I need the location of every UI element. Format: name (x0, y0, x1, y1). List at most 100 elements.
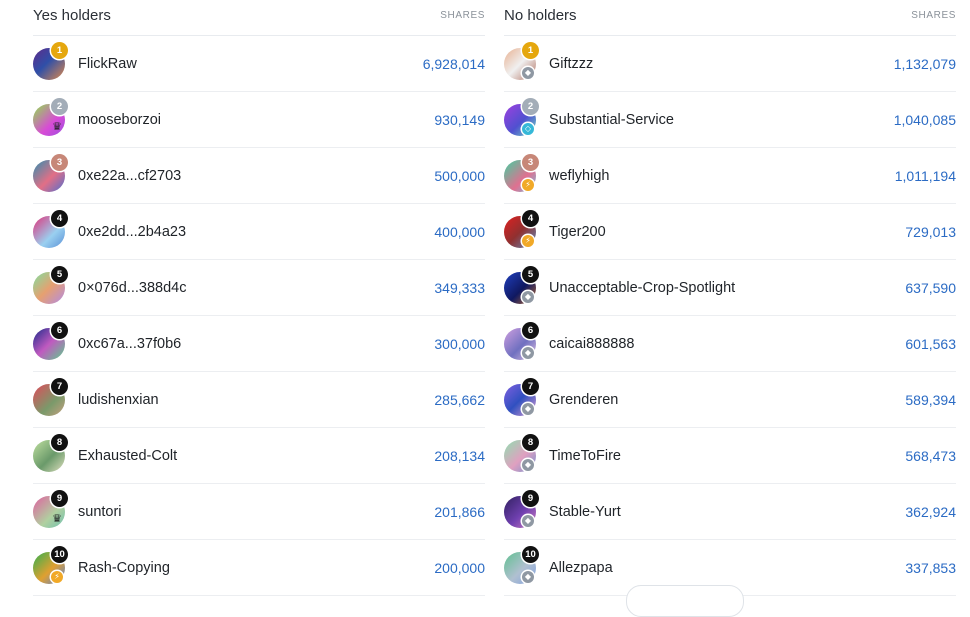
holder-name[interactable]: Giftzzz (549, 56, 894, 72)
crown-icon: ♛ (52, 120, 62, 133)
holder-row[interactable]: 9 ◆ Stable-Yurt 362,924 (504, 484, 956, 540)
diamond-icon: ◇ (522, 122, 534, 135)
holder-row[interactable]: 5 0×076d...388d4c 349,333 (33, 260, 485, 316)
holder-avatar-group: 5 (33, 265, 68, 304)
rank-badge: 6 (51, 321, 68, 339)
lightning-icon: ⚡ (522, 178, 534, 191)
holder-row[interactable]: 2 ♛ mooseborzoi 930,149 (33, 92, 485, 148)
no-holders-list: 1 ◆ Giftzzz 1,132,079 2 ◇ Substantial-Service 1… (504, 36, 956, 596)
yes-holders-header: Yes holders SHARES (33, 0, 485, 36)
yes-holders-title: Yes holders (33, 6, 111, 24)
no-holders-column: No holders SHARES 1 ◆ Giftzzz 1,132,079 2 ◇ Su… (504, 0, 956, 596)
holder-name[interactable]: 0×076d...388d4c (78, 280, 434, 296)
floating-pill-button[interactable] (626, 585, 744, 617)
holder-name[interactable]: FlickRaw (78, 56, 423, 72)
holder-avatar-group: 1 ◆ (504, 41, 539, 80)
holder-shares-value: 500,000 (434, 167, 485, 184)
holder-avatar-group: 3 (33, 153, 68, 192)
holder-name[interactable]: Allezpapa (549, 560, 905, 576)
holder-name[interactable]: ludishenxian (78, 392, 434, 408)
holder-row[interactable]: 8 Exhausted-Colt 208,134 (33, 428, 485, 484)
holder-row[interactable]: 3 ⚡ weflyhigh 1,011,194 (504, 148, 956, 204)
shield-icon: ◆ (522, 514, 534, 527)
holder-shares-value: 1,011,194 (894, 167, 956, 184)
rank-badge: 2 (51, 97, 68, 115)
holder-name[interactable]: mooseborzoi (78, 112, 434, 128)
holder-name[interactable]: Substantial-Service (549, 112, 894, 128)
shield-icon: ◆ (522, 66, 534, 79)
holder-name[interactable]: caicai888888 (549, 336, 905, 352)
holder-name[interactable]: Rash-Copying (78, 560, 434, 576)
rank-badge: 4 (51, 209, 68, 227)
holder-row[interactable]: 7 ◆ Grenderen 589,394 (504, 372, 956, 428)
holder-avatar-group: 9 ◆ (504, 489, 539, 528)
holder-shares-value: 589,394 (905, 391, 956, 408)
shield-icon: ◆ (522, 290, 534, 303)
rank-badge: 8 (51, 433, 68, 451)
holder-name[interactable]: Exhausted-Colt (78, 448, 434, 464)
rank-badge: 9 (522, 489, 539, 507)
holder-avatar-group: 2 ♛ (33, 97, 68, 136)
holder-row[interactable]: 4 0xe2dd...2b4a23 400,000 (33, 204, 485, 260)
holder-row[interactable]: 9 ♛ suntori 201,866 (33, 484, 485, 540)
holder-shares-value: 201,866 (434, 503, 485, 520)
holder-name[interactable]: Tiger200 (549, 224, 905, 240)
holder-row[interactable]: 5 ◆ Unacceptable-Crop-Spotlight 637,590 (504, 260, 956, 316)
holder-name[interactable]: Unacceptable-Crop-Spotlight (549, 280, 905, 296)
rank-badge: 3 (522, 153, 539, 171)
holder-shares-value: 637,590 (905, 279, 956, 296)
holder-shares-value: 300,000 (434, 335, 485, 352)
rank-badge: 8 (522, 433, 539, 451)
holder-name[interactable]: Grenderen (549, 392, 905, 408)
holder-row[interactable]: 6 0xc67a...37f0b6 300,000 (33, 316, 485, 372)
holder-row[interactable]: 7 ludishenxian 285,662 (33, 372, 485, 428)
holder-avatar-group: 6 ◆ (504, 321, 539, 360)
no-holders-header: No holders SHARES (504, 0, 956, 36)
yes-holders-column: Yes holders SHARES 1 FlickRaw 6,928,014 2 ♛ m… (33, 0, 485, 596)
crown-icon: ♛ (52, 512, 62, 525)
holder-row[interactable]: 2 ◇ Substantial-Service 1,040,085 (504, 92, 956, 148)
holder-avatar-group: 8 (33, 433, 68, 472)
holder-avatar-group: 4 ⚡ (504, 209, 539, 248)
holder-row[interactable]: 10 ⚡ Rash-Copying 200,000 (33, 540, 485, 596)
rank-badge: 7 (522, 377, 539, 395)
holder-avatar-group: 9 ♛ (33, 489, 68, 528)
holder-name[interactable]: suntori (78, 504, 434, 520)
rank-badge: 1 (51, 41, 68, 59)
holder-avatar-group: 7 (33, 377, 68, 416)
holder-name[interactable]: 0xe2dd...2b4a23 (78, 224, 434, 240)
rank-badge: 5 (522, 265, 539, 283)
holder-name[interactable]: 0xe22a...cf2703 (78, 168, 434, 184)
rank-badge: 4 (522, 209, 539, 227)
holder-name[interactable]: TimeToFire (549, 448, 905, 464)
lightning-icon: ⚡ (522, 234, 534, 247)
holder-avatar-group: 5 ◆ (504, 265, 539, 304)
shield-icon: ◆ (522, 458, 534, 471)
holder-shares-value: 208,134 (434, 447, 485, 464)
rank-badge: 10 (522, 545, 539, 563)
holder-name[interactable]: weflyhigh (549, 168, 895, 184)
rank-badge: 3 (51, 153, 68, 171)
no-holders-title: No holders (504, 6, 577, 24)
holder-shares-value: 601,563 (905, 335, 956, 352)
holder-shares-value: 568,473 (905, 447, 956, 464)
holder-row[interactable]: 8 ◆ TimeToFire 568,473 (504, 428, 956, 484)
holder-shares-value: 6,928,014 (422, 55, 485, 72)
holder-row[interactable]: 1 ◆ Giftzzz 1,132,079 (504, 36, 956, 92)
holder-avatar-group: 6 (33, 321, 68, 360)
rank-badge: 9 (51, 489, 68, 507)
holder-row[interactable]: 3 0xe22a...cf2703 500,000 (33, 148, 485, 204)
holder-name[interactable]: Stable-Yurt (549, 504, 905, 520)
rank-badge: 5 (51, 265, 68, 283)
rank-badge: 7 (51, 377, 68, 395)
holder-avatar-group: 1 (33, 41, 68, 80)
holder-row[interactable]: 6 ◆ caicai888888 601,563 (504, 316, 956, 372)
holder-avatar-group: 2 ◇ (504, 97, 539, 136)
yes-shares-column-label: SHARES (440, 9, 485, 21)
holder-name[interactable]: 0xc67a...37f0b6 (78, 336, 434, 352)
holder-shares-value: 400,000 (434, 223, 485, 240)
rank-badge: 1 (522, 41, 539, 59)
holder-row[interactable]: 4 ⚡ Tiger200 729,013 (504, 204, 956, 260)
holder-row[interactable]: 1 FlickRaw 6,928,014 (33, 36, 485, 92)
no-shares-column-label: SHARES (911, 9, 956, 21)
